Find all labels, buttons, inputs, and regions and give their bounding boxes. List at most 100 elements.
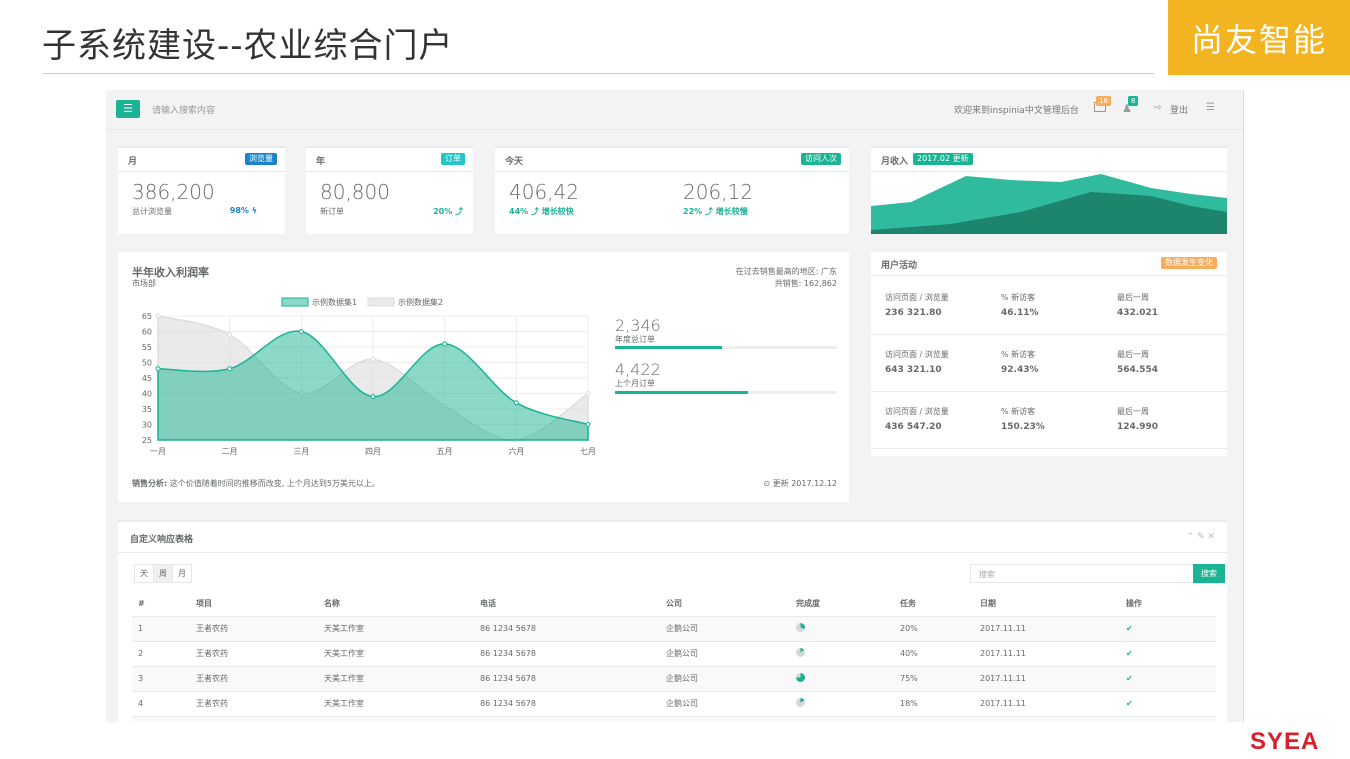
syea-logo: SYEA <box>1250 728 1320 755</box>
check-icon[interactable]: ✔ <box>1126 699 1133 708</box>
card-value: 80,800 <box>320 180 390 204</box>
table-cell: 天美工作室 <box>318 716 474 722</box>
x-tick-label: 二月 <box>222 447 238 456</box>
x-tick-label: 七月 <box>580 447 596 456</box>
check-icon[interactable]: ✔ <box>1126 674 1133 683</box>
tab-week[interactable]: 周 <box>154 564 173 583</box>
panel-tools-icon[interactable]: ⌃ ✎ ✕ <box>1187 532 1215 542</box>
table-cell: 86 1234 5678 <box>474 716 660 722</box>
list-icon[interactable]: ☰ <box>1206 102 1215 113</box>
activity-header: 最后一周 <box>1117 350 1149 359</box>
activity-value: 643 321.10 <box>885 365 942 375</box>
check-icon[interactable]: ✔ <box>1126 649 1133 658</box>
activity-value: 436 547.20 <box>885 422 942 432</box>
completion-cell <box>790 616 894 642</box>
table-header[interactable]: # <box>132 592 190 617</box>
table-header[interactable]: 名称 <box>318 592 474 617</box>
table-header[interactable]: 公司 <box>660 592 790 617</box>
card-stat: 20% ⤴ <box>433 207 463 216</box>
mail-badge: 16 <box>1096 96 1111 106</box>
y-tick-label: 50 <box>142 359 152 368</box>
table-header[interactable]: 项目 <box>190 592 318 617</box>
activity-value: 92.43% <box>1001 365 1039 375</box>
activity-title: 用户活动 <box>881 261 918 271</box>
table-row[interactable]: 5王者农药天美工作室86 1234 5678企鹅公司 40%2017.11.11✔ <box>132 716 1216 722</box>
table-cell: 40% <box>894 716 974 722</box>
top-navbar: ☰ 请输入搜索内容 欢迎来到inspinia中文管理后台 16 ♟ 8 ⇨ 登出… <box>106 90 1243 130</box>
side-stat-label-2: 上个月订单 <box>615 379 655 388</box>
activity-header: 最后一周 <box>1117 293 1149 302</box>
table-cell: 天美工作室 <box>318 641 474 667</box>
top-search-input[interactable]: 请输入搜索内容 <box>152 103 215 116</box>
table-cell: 王者农药 <box>190 691 318 717</box>
data-point <box>513 400 519 406</box>
logout-icon[interactable]: ⇨ <box>1154 103 1162 113</box>
card-stat-2: 22% ⤴ 增长较慢 <box>683 207 748 216</box>
table-row[interactable]: 3 王者农药 天美工作室 86 1234 5678 企鹅公司 75% 2017.11.11 ✔ <box>132 666 1216 692</box>
card-title: 月收入 <box>881 157 909 167</box>
card-title: 今天 <box>505 157 524 167</box>
table-cell: 企鹅公司 <box>660 616 790 642</box>
card-value-1: 406,42 <box>509 180 579 204</box>
activity-label: 数据发生变化 <box>1161 257 1217 269</box>
logout-link[interactable]: 登出 <box>1170 103 1188 116</box>
table-header[interactable]: 操作 <box>1120 592 1216 617</box>
table-search-button[interactable]: 搜索 <box>1193 564 1225 583</box>
activity-value: 236 321.80 <box>885 308 942 318</box>
table-cell: 2017.11.11 <box>974 716 1120 722</box>
x-tick-label: 三月 <box>293 447 309 456</box>
table-cell: 王者农药 <box>190 666 318 692</box>
revenue-sparkline <box>871 174 1227 234</box>
brand-name: 尚友智能 <box>1190 20 1327 59</box>
y-tick-label: 35 <box>142 405 152 414</box>
y-tick-label: 40 <box>142 390 152 399</box>
tab-month[interactable]: 月 <box>173 564 192 583</box>
table-cell: 王者农药 <box>190 641 318 667</box>
completion-pie-icon <box>796 648 805 657</box>
title-divider <box>42 73 1154 74</box>
check-icon[interactable]: ✔ <box>1126 624 1133 633</box>
table-search-input[interactable]: 搜索 <box>970 564 1194 583</box>
completion-cell <box>790 716 894 722</box>
data-point <box>370 356 376 362</box>
legend-label-2: 示例数据集2 <box>398 297 443 307</box>
data-point <box>227 332 233 338</box>
tab-day[interactable]: 天 <box>134 564 154 583</box>
card-stat: 98% ϟ <box>229 206 257 215</box>
chart-footer: 销售分析: 这个价值随着时间的推移而改变, 上个月达到5万美元以上。 <box>132 478 380 489</box>
table-header[interactable]: 电话 <box>474 592 660 617</box>
side-stat-value-2: 4,422 <box>615 360 661 379</box>
y-tick-label: 55 <box>142 343 152 352</box>
y-tick-label: 25 <box>142 436 152 445</box>
custom-table-panel: 自定义响应表格 ⌃ ✎ ✕ 天 周 月 搜索 搜索 # 项目 名称 电话 公司 完成度 任务… <box>118 520 1227 722</box>
x-tick-label: 一月 <box>150 447 166 456</box>
table-row[interactable]: 4 王者农药 天美工作室 86 1234 5678 企鹅公司 18% 2017.11.11 ✔ <box>132 691 1216 717</box>
completion-pie-icon <box>796 673 805 682</box>
activity-header: 最后一周 <box>1117 407 1149 416</box>
total-sales: 共销售: 162,862 <box>774 279 837 288</box>
completion-cell <box>790 691 894 717</box>
table-header[interactable]: 日期 <box>974 592 1120 617</box>
table-header[interactable]: 任务 <box>894 592 974 617</box>
data-point <box>370 394 376 400</box>
table-header[interactable]: 完成度 <box>790 592 894 617</box>
table-cell: 86 1234 5678 <box>474 666 660 692</box>
table-cell: 王者农药 <box>190 616 318 642</box>
table-cell: 3 <box>132 666 190 692</box>
table-cell: 王者农药 <box>190 716 318 722</box>
table-cell: 2017.11.11 <box>974 641 1120 667</box>
legend-swatch-1 <box>281 297 309 307</box>
data-point <box>298 329 304 334</box>
footer-text: 这个价值随着时间的推移而改变, 上个月达到5万美元以上。 <box>169 479 380 488</box>
action-cell: ✔ <box>1120 716 1216 722</box>
action-cell: ✔ <box>1120 641 1216 667</box>
activity-header: 访问页面 / 浏览量 <box>885 407 949 416</box>
x-tick-label: 四月 <box>365 447 381 456</box>
menu-toggle-button[interactable]: ☰ <box>116 100 140 118</box>
chart-subtitle: 市场部 <box>132 279 156 288</box>
table-cell: 75% <box>894 666 974 692</box>
slide-title: 子系统建设--农业综合门户 <box>42 26 454 66</box>
table-row[interactable]: 1 王者农药 天美工作室 86 1234 5678 企鹅公司 20% 2017.11.11 ✔ <box>132 616 1216 642</box>
data-point <box>155 366 161 372</box>
table-row[interactable]: 2 王者农药 天美工作室 86 1234 5678 企鹅公司 40% 2017.11.11 ✔ <box>132 641 1216 667</box>
